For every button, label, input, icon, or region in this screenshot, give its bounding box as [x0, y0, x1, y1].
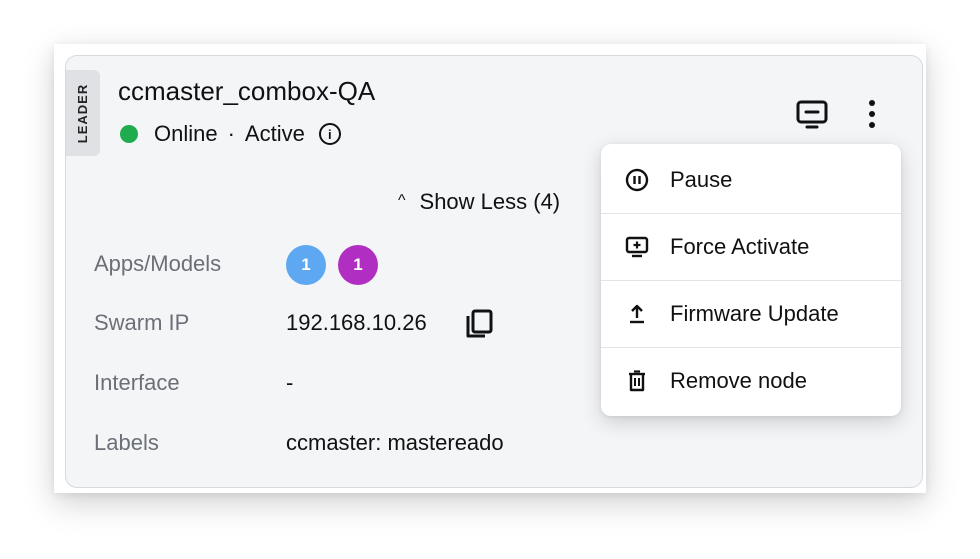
menu-item-force-activate[interactable]: Force Activate — [601, 213, 901, 280]
leader-badge: LEADER — [66, 70, 100, 156]
menu-item-remove-node[interactable]: Remove node — [601, 347, 901, 414]
status-text: Online — [154, 121, 218, 146]
interface-value: - — [286, 370, 294, 395]
apps-count: 1 — [301, 255, 311, 274]
swarm-ip-value: 192.168.10.26 — [286, 310, 427, 335]
more-options-icon[interactable] — [860, 97, 884, 131]
menu-item-label: Pause — [670, 166, 733, 192]
state-text: Active — [244, 121, 305, 146]
labels-label: Labels — [94, 430, 159, 455]
node-actions-menu: Pause Force Activate Firmware Update Rem… — [601, 144, 901, 416]
menu-item-pause[interactable]: Pause — [601, 146, 901, 213]
menu-item-firmware-update[interactable]: Firmware Update — [601, 280, 901, 347]
pause-circle-icon — [623, 166, 651, 194]
leader-badge-label: LEADER — [75, 83, 91, 143]
chevron-up-icon: ^ — [398, 192, 406, 209]
swarm-ip-label: Swarm IP — [94, 310, 190, 335]
models-count: 1 — [353, 255, 363, 274]
info-icon[interactable]: i — [318, 123, 341, 145]
menu-item-label: Firmware Update — [670, 301, 839, 326]
apps-count-badge[interactable]: 1 — [286, 245, 326, 285]
labels-value: ccmaster: mastereado — [286, 430, 504, 455]
status-row: Online · Active i — [120, 120, 341, 148]
interface-label: Interface — [94, 370, 180, 395]
show-less-label: Show Less (4) — [419, 189, 561, 214]
models-count-badge[interactable]: 1 — [338, 245, 378, 285]
trash-icon — [623, 367, 651, 395]
copy-icon[interactable] — [464, 308, 494, 340]
node-name: ccmaster_combox-QA — [118, 76, 376, 106]
menu-item-label: Force Activate — [670, 234, 810, 259]
show-less-toggle[interactable]: ^ Show Less (4) — [398, 186, 560, 218]
menu-item-label: Remove node — [670, 368, 807, 393]
online-status-dot — [120, 125, 138, 143]
monitor-plus-icon — [623, 233, 651, 261]
monitor-minus-icon[interactable] — [795, 97, 829, 131]
apps-models-label: Apps/Models — [94, 251, 222, 276]
upload-arrow-icon — [623, 300, 651, 328]
status-separator: · — [227, 121, 235, 146]
